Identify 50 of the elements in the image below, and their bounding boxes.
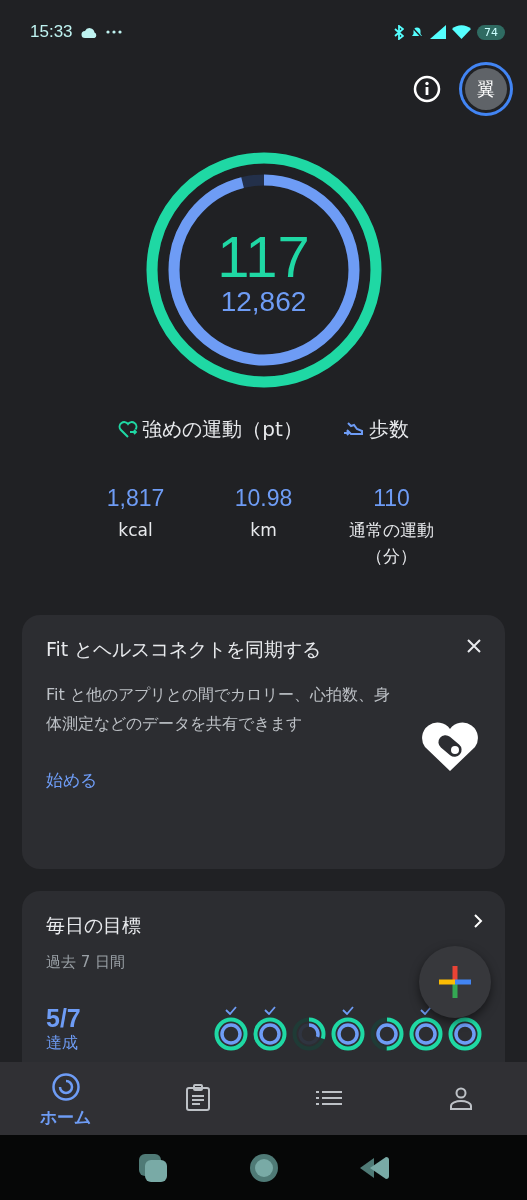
more-icon bbox=[105, 30, 122, 34]
stat-value: 10.98 bbox=[234, 485, 293, 512]
day-heart-ring bbox=[409, 1017, 443, 1051]
stat-value: 110 bbox=[373, 485, 410, 512]
health-connect-icon bbox=[419, 721, 481, 773]
home-icon[interactable] bbox=[248, 1152, 279, 1183]
clipboard-icon bbox=[184, 1084, 211, 1112]
plus-icon bbox=[438, 965, 472, 999]
cloud-icon bbox=[80, 26, 98, 38]
start-link[interactable]: 始める bbox=[46, 768, 97, 792]
heart-icon bbox=[118, 420, 139, 439]
day-heart-ring bbox=[448, 1017, 482, 1051]
day-steps-ring bbox=[337, 1023, 359, 1045]
ring-icon bbox=[50, 1072, 81, 1102]
day-heart-ring bbox=[370, 1017, 404, 1051]
day-steps-ring bbox=[376, 1023, 398, 1045]
stat-unit: km bbox=[249, 519, 278, 542]
recents-icon[interactable] bbox=[136, 1151, 169, 1184]
person-icon bbox=[449, 1086, 474, 1110]
card-subtitle: 過去 7 日間 bbox=[46, 953, 127, 972]
day-heart-ring bbox=[331, 1017, 365, 1051]
stat-unit: 通常の運動（分） bbox=[348, 519, 435, 568]
signal-icon bbox=[430, 25, 446, 39]
battery-level: 74 bbox=[477, 24, 505, 40]
bluetooth-icon bbox=[394, 24, 404, 40]
goals-achieved: 5/7 bbox=[46, 1004, 81, 1033]
steps-value: 12,862 bbox=[220, 286, 307, 318]
day-steps-ring bbox=[298, 1023, 320, 1045]
stat-value: 1,817 bbox=[106, 485, 165, 512]
day-steps-ring bbox=[259, 1023, 281, 1045]
day-heart-ring bbox=[253, 1017, 287, 1051]
legend-label: 歩数 bbox=[368, 416, 409, 443]
info-icon[interactable] bbox=[413, 75, 441, 103]
close-icon bbox=[467, 639, 481, 653]
day-steps-ring bbox=[220, 1023, 242, 1045]
card-title: Fit とヘルスコネクトを同期する bbox=[46, 637, 323, 662]
day-heart-ring bbox=[214, 1017, 248, 1051]
goals-achieved-label: 達成 bbox=[46, 1033, 79, 1054]
card-body: Fit と他のアプリとの間でカロリー、心拍数、身体測定などのデータを共有できます bbox=[46, 684, 391, 735]
stat-unit: kcal bbox=[117, 519, 154, 542]
day-heart-ring bbox=[292, 1017, 326, 1051]
list-icon bbox=[316, 1088, 343, 1108]
card-title: 毎日の目標 bbox=[46, 913, 141, 938]
day-steps-ring bbox=[454, 1023, 476, 1045]
back-icon[interactable] bbox=[358, 1154, 391, 1181]
heart-points-value: 117 bbox=[217, 228, 310, 286]
legend-label: 強めの運動（pt） bbox=[142, 416, 303, 443]
day-steps-ring bbox=[415, 1023, 437, 1045]
wifi-icon bbox=[452, 25, 471, 39]
status-time: 15:33 bbox=[30, 22, 73, 42]
